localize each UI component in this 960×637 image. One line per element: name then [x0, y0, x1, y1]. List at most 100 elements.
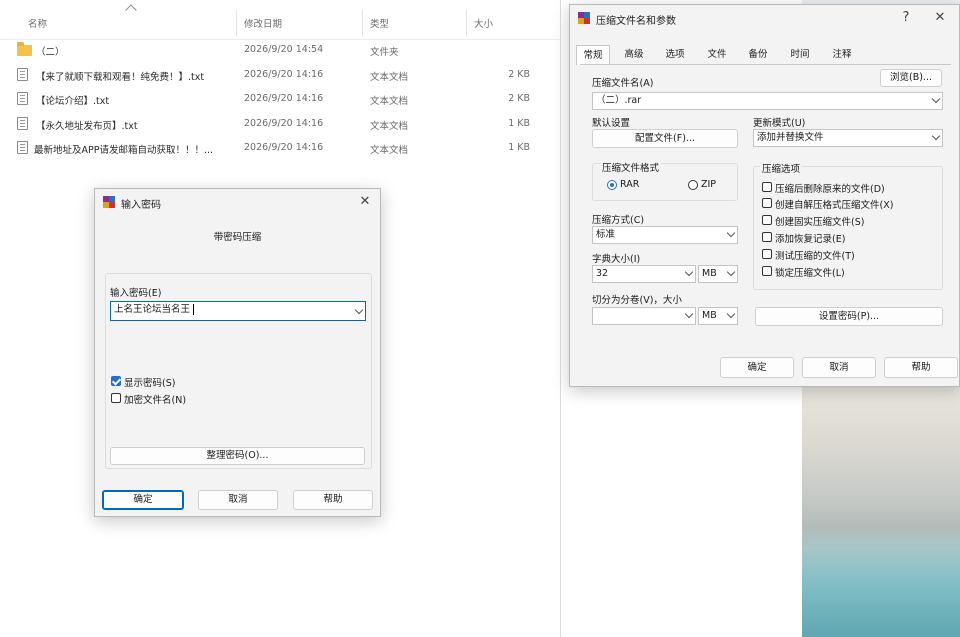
browse-button[interactable]: 浏览(B)...: [880, 69, 942, 87]
file-date: 2026/9/20 14:16: [244, 142, 324, 153]
tab-comment[interactable]: 注释: [826, 45, 858, 65]
show-password-label[interactable]: 显示密码(S): [124, 375, 175, 389]
column-date[interactable]: 修改日期: [244, 16, 282, 30]
password-dialog-title: 输入密码: [121, 200, 161, 211]
solid-archive-checkbox[interactable]: [762, 215, 772, 225]
ok-button[interactable]: 确定: [102, 490, 184, 510]
file-name: （二）: [36, 47, 65, 58]
archive-dialog-title: 压缩文件名和参数: [596, 16, 676, 27]
file-row[interactable]: 最新地址及APP请发邮箱自动获取！！！... 2026/9/20 14:16 文…: [0, 137, 560, 159]
profiles-button[interactable]: 配置文件(F)...: [592, 129, 738, 148]
update-mode-select[interactable]: 添加并替换文件: [753, 129, 943, 147]
help-icon[interactable]: ?: [895, 9, 917, 27]
text-file-icon: [17, 92, 28, 105]
tab-backup[interactable]: 备份: [742, 45, 774, 65]
archive-name-input[interactable]: （二）.rar: [592, 92, 943, 110]
ok-button[interactable]: 确定: [720, 357, 794, 378]
file-date: 2026/9/20 14:16: [244, 93, 324, 104]
text-file-icon: [17, 117, 28, 130]
tab-options[interactable]: 选项: [659, 45, 691, 65]
file-name: 【论坛介绍】.txt: [36, 96, 110, 107]
column-separator[interactable]: [236, 10, 237, 36]
chevron-down-icon[interactable]: [354, 305, 364, 315]
text-file-icon: [17, 68, 28, 81]
archive-name-value: （二）.rar: [596, 95, 642, 106]
lock-archive-checkbox[interactable]: [762, 266, 772, 276]
password-dialog: 输入密码 ✕ 带密码压缩 输入密码(E) 上名王论坛当名王 显示密码(S) 加密…: [94, 188, 381, 517]
dictionary-unit-select[interactable]: MB: [698, 265, 738, 283]
option-label[interactable]: 测试压缩的文件(T): [775, 248, 855, 262]
tab-time[interactable]: 时间: [784, 45, 816, 65]
chevron-down-icon[interactable]: [931, 131, 941, 141]
rar-radio[interactable]: [607, 180, 617, 190]
file-row[interactable]: （二） 2026/9/20 14:54 文件夹: [0, 39, 560, 61]
tab-files[interactable]: 文件: [701, 45, 733, 65]
column-size[interactable]: 大小: [474, 16, 493, 30]
chevron-down-icon[interactable]: [726, 309, 736, 319]
archive-dialog: 压缩文件名和参数 ? ✕ 常规 高级 选项 文件 备份 时间 注释 压缩文件名(…: [569, 4, 960, 387]
file-row[interactable]: 【永久地址发布页】.txt 2026/9/20 14:16 文本文档 1 KB: [0, 113, 560, 135]
cancel-button[interactable]: 取消: [198, 490, 278, 510]
file-type: 文本文档: [370, 145, 409, 156]
encrypt-filenames-label[interactable]: 加密文件名(N): [124, 392, 186, 406]
dictionary-size-select[interactable]: 32: [592, 265, 696, 283]
file-name: 【来了就顺下载和观看！纯免费！】.txt: [36, 72, 205, 83]
option-label[interactable]: 创建固实压缩文件(S): [775, 214, 864, 228]
help-button[interactable]: 帮助: [293, 490, 373, 510]
rar-label[interactable]: RAR: [620, 179, 639, 190]
option-label[interactable]: 压缩后删除原来的文件(D): [775, 181, 885, 195]
column-separator[interactable]: [362, 10, 363, 36]
file-size: 2 KB: [508, 93, 530, 104]
close-icon[interactable]: ✕: [929, 9, 951, 27]
chevron-down-icon[interactable]: [726, 228, 736, 238]
file-type: 文件夹: [370, 47, 399, 58]
dictionary-size-label: 字典大小(I): [592, 254, 641, 265]
file-type: 文本文档: [370, 72, 409, 83]
split-volumes-input[interactable]: [592, 307, 696, 325]
password-dialog-titlebar[interactable]: 输入密码 ✕: [95, 189, 380, 215]
recovery-record-checkbox[interactable]: [762, 232, 772, 242]
sfx-archive-checkbox[interactable]: [762, 198, 772, 208]
file-date: 2026/9/20 14:16: [244, 69, 324, 80]
password-input[interactable]: 上名王论坛当名王: [110, 301, 366, 321]
file-type: 文本文档: [370, 96, 409, 107]
option-label[interactable]: 创建自解压格式压缩文件(X): [775, 197, 893, 211]
chevron-down-icon[interactable]: [684, 309, 694, 319]
encrypt-filenames-checkbox[interactable]: [111, 393, 121, 403]
password-value: 上名王论坛当名王: [114, 304, 191, 315]
chevron-down-icon[interactable]: [684, 267, 694, 277]
file-size: 2 KB: [508, 69, 530, 80]
option-label[interactable]: 添加恢复记录(E): [775, 231, 845, 245]
archive-dialog-titlebar[interactable]: 压缩文件名和参数 ? ✕: [570, 5, 959, 31]
archiving-options-label: 压缩选项: [760, 161, 803, 175]
file-row[interactable]: 【来了就顺下载和观看！纯免费！】.txt 2026/9/20 14:16 文本文…: [0, 64, 560, 86]
set-password-button[interactable]: 设置密码(P)...: [755, 307, 943, 326]
file-name: 最新地址及APP请发邮箱自动获取！！！...: [34, 145, 214, 156]
column-separator[interactable]: [466, 10, 467, 36]
chevron-down-icon[interactable]: [931, 94, 941, 104]
show-password-checkbox[interactable]: [111, 376, 121, 386]
dictionary-size-value: 32: [596, 268, 609, 279]
zip-radio[interactable]: [688, 180, 698, 190]
tab-advanced[interactable]: 高级: [618, 45, 650, 65]
delete-after-checkbox[interactable]: [762, 182, 772, 192]
compression-method-label: 压缩方式(C): [592, 215, 645, 226]
help-button[interactable]: 帮助: [884, 357, 958, 378]
compression-method-select[interactable]: 标准: [592, 226, 738, 244]
sort-caret-icon: [125, 4, 137, 16]
close-icon[interactable]: ✕: [354, 193, 376, 211]
column-type[interactable]: 类型: [370, 16, 389, 30]
zip-label[interactable]: ZIP: [701, 179, 716, 190]
option-label[interactable]: 锁定压缩文件(L): [775, 265, 845, 279]
organize-passwords-button[interactable]: 整理密码(O)...: [110, 447, 365, 465]
file-row[interactable]: 【论坛介绍】.txt 2026/9/20 14:16 文本文档 2 KB: [0, 88, 560, 110]
column-header-row: 名称 修改日期 类型 大小: [0, 0, 560, 40]
tab-general[interactable]: 常规: [576, 45, 610, 65]
test-files-checkbox[interactable]: [762, 249, 772, 259]
chevron-down-icon[interactable]: [726, 267, 736, 277]
split-unit-select[interactable]: MB: [698, 307, 738, 325]
column-name[interactable]: 名称: [28, 16, 47, 30]
password-dialog-heading: 带密码压缩: [213, 232, 262, 243]
text-file-icon: [17, 141, 28, 154]
cancel-button[interactable]: 取消: [802, 357, 876, 378]
